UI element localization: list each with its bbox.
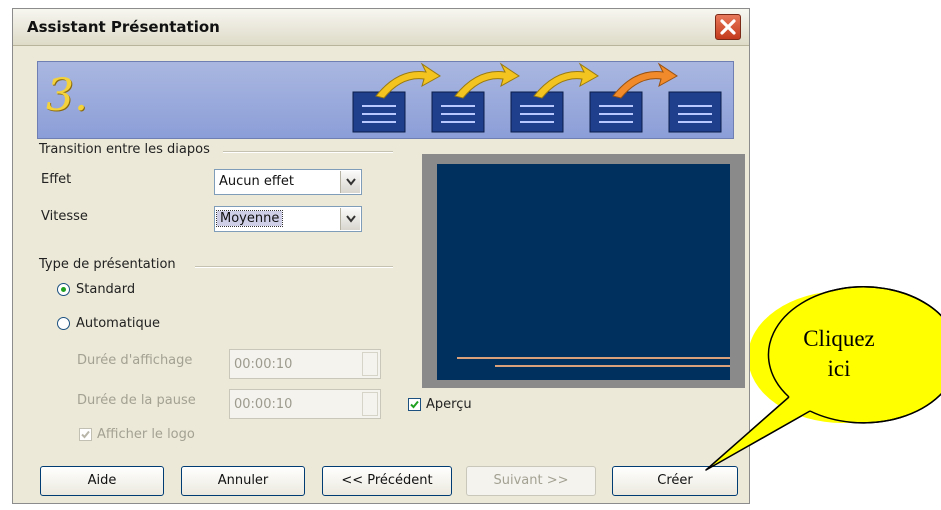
display-duration-label: Durée d'affichage	[77, 353, 193, 368]
preview-decoration-line	[457, 357, 730, 359]
show-logo-checkbox	[79, 428, 92, 441]
speed-select-value: Moyenne	[215, 210, 284, 227]
pause-duration-field: 00:00:10	[229, 389, 381, 419]
presentation-type-group-divider	[195, 266, 393, 268]
slide-preview	[437, 164, 730, 380]
pause-duration-label: Durée de la pause	[77, 393, 196, 408]
standard-radio[interactable]	[57, 283, 70, 296]
presentation-wizard-dialog: Assistant Présentation 3. Transition ent…	[12, 8, 750, 504]
wizard-banner: 3.	[37, 61, 734, 139]
display-duration-field: 00:00:10	[229, 349, 381, 379]
pause-duration-value: 00:00:10	[234, 397, 293, 412]
checkmark-icon	[81, 430, 90, 439]
callout-text: Cliquez ici	[784, 324, 894, 384]
preview-checkbox-label[interactable]: Aperçu	[426, 397, 472, 412]
transition-group-label: Transition entre les diapos	[39, 142, 210, 157]
preview-checkbox[interactable]	[408, 398, 421, 411]
effect-label: Effet	[41, 172, 72, 187]
standard-radio-label[interactable]: Standard	[76, 282, 135, 297]
preview-decoration-line	[495, 365, 730, 367]
next-button: Suivant >>	[466, 466, 596, 496]
show-logo-label: Afficher le logo	[97, 427, 195, 442]
previous-button[interactable]: << Précédent	[322, 466, 452, 496]
effect-select[interactable]: Aucun effet	[214, 169, 362, 195]
effect-dropdown-button[interactable]	[340, 171, 360, 193]
checkmark-icon	[410, 400, 419, 409]
speed-select[interactable]: Moyenne	[214, 206, 362, 232]
cancel-button[interactable]: Annuler	[181, 466, 305, 496]
chevron-down-icon	[346, 178, 356, 186]
create-button[interactable]: Créer	[612, 466, 738, 496]
step-number: 3.	[46, 70, 88, 121]
window-title: Assistant Présentation	[27, 18, 220, 36]
preview-frame	[422, 154, 745, 388]
display-duration-spin-buttons	[362, 352, 378, 376]
pause-duration-spin-buttons	[362, 392, 378, 416]
close-button[interactable]	[715, 14, 741, 40]
title-bar: Assistant Présentation	[13, 9, 749, 46]
help-button[interactable]: Aide	[40, 466, 164, 496]
speed-label: Vitesse	[41, 209, 88, 224]
callout-line-1: Cliquez	[803, 326, 875, 351]
close-icon	[720, 19, 736, 35]
callout-line-2: ici	[827, 356, 851, 381]
automatic-radio-label[interactable]: Automatique	[76, 316, 160, 331]
transition-group-divider	[223, 151, 393, 153]
automatic-radio[interactable]	[57, 317, 70, 330]
chevron-down-icon	[346, 215, 356, 223]
presentation-type-group-label: Type de présentation	[39, 257, 176, 272]
display-duration-value: 00:00:10	[234, 357, 293, 372]
speed-dropdown-button[interactable]	[340, 208, 360, 230]
radio-selected-dot	[61, 287, 66, 292]
wizard-steps-icon	[352, 62, 722, 133]
effect-select-value: Aucun effet	[219, 174, 294, 189]
